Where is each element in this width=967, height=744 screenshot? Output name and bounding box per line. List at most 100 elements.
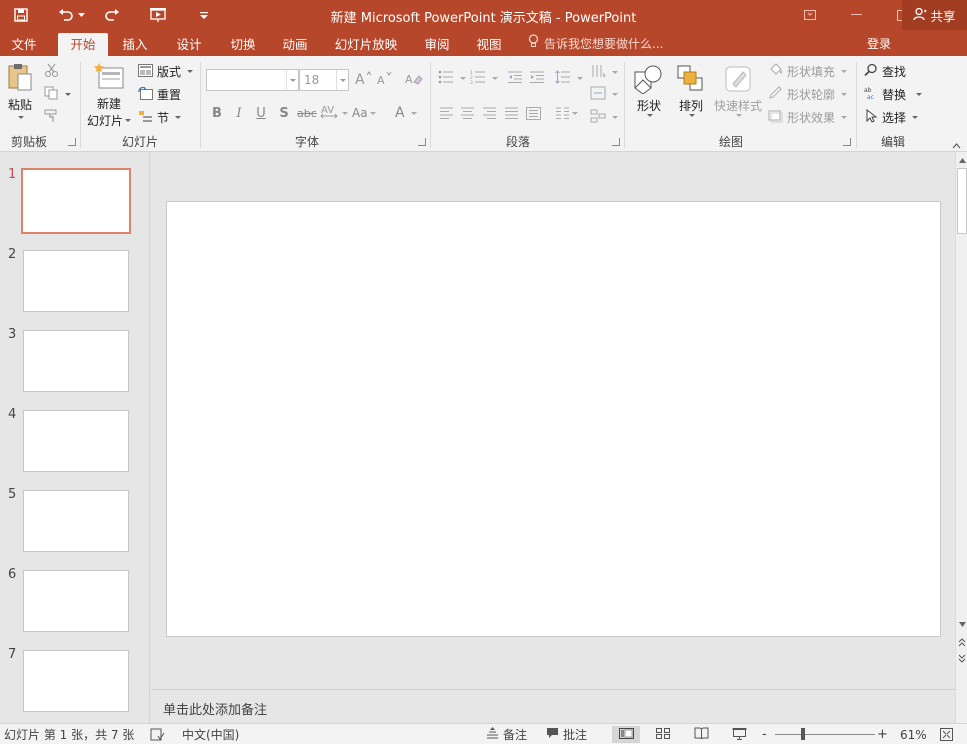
font-name-select[interactable]	[206, 69, 299, 91]
paste-dropdown-icon[interactable]	[18, 116, 24, 119]
tab-insert[interactable]: 插入	[112, 33, 158, 56]
save-icon[interactable]	[9, 4, 33, 26]
slide-thumbnail-4[interactable]	[23, 410, 129, 472]
new-slide-dropdown[interactable]: 幻灯片	[87, 112, 131, 129]
decrease-font-size-button[interactable]: A	[377, 70, 393, 89]
shape-effects-button[interactable]: 形状效果	[768, 109, 848, 126]
language-status[interactable]: 中文(中国)	[182, 726, 239, 743]
drawing-dialog-launcher[interactable]	[843, 138, 851, 146]
change-case-button[interactable]: Aa	[352, 102, 376, 124]
shape-fill-button[interactable]: 形状填充	[768, 63, 848, 80]
bullets-button[interactable]	[438, 70, 466, 87]
font-size-select[interactable]: 18	[299, 69, 349, 91]
find-button[interactable]: 查找	[864, 63, 906, 80]
text-direction-button[interactable]	[590, 64, 618, 81]
sign-in-link[interactable]: 登录	[867, 33, 891, 56]
scroll-down-icon[interactable]	[956, 618, 967, 630]
justify-button[interactable]	[502, 102, 520, 124]
copy-button[interactable]	[44, 86, 71, 103]
align-right-button[interactable]	[480, 102, 498, 124]
ribbon-display-options-icon[interactable]	[787, 0, 833, 30]
bold-button[interactable]: B	[208, 102, 226, 124]
align-center-button[interactable]	[458, 102, 476, 124]
reading-view-button[interactable]	[694, 726, 709, 743]
slide-thumbnail-5[interactable]	[23, 490, 129, 552]
slide-thumbnail-6[interactable]	[23, 570, 129, 632]
tab-design[interactable]: 设计	[166, 33, 212, 56]
notes-toggle-button[interactable]: 备注	[486, 726, 527, 743]
start-slideshow-icon[interactable]	[146, 4, 170, 26]
align-left-button[interactable]	[437, 102, 455, 124]
next-slide-icon[interactable]	[956, 652, 967, 664]
reset-button[interactable]: 重置	[138, 86, 181, 103]
cut-button[interactable]	[44, 63, 59, 80]
convert-to-smartart-button[interactable]	[590, 109, 618, 126]
fit-slide-to-window-icon[interactable]	[940, 726, 953, 743]
normal-view-button[interactable]	[612, 726, 640, 743]
scroll-up-icon[interactable]	[956, 154, 967, 166]
slide-thumbnail-2[interactable]	[23, 250, 129, 312]
paste-button[interactable]: 粘贴	[6, 62, 34, 119]
tell-me-search[interactable]: 告诉我您想要做什么...	[528, 33, 663, 56]
previous-slide-icon[interactable]	[956, 636, 967, 648]
tab-animations[interactable]: 动画	[272, 33, 318, 56]
strikethrough-button[interactable]: abc	[297, 102, 317, 124]
clear-formatting-button[interactable]: A	[405, 70, 423, 89]
increase-font-size-button[interactable]: A	[355, 70, 373, 90]
arrange-button[interactable]: 排列	[674, 64, 708, 117]
underline-button[interactable]: U	[252, 102, 270, 124]
slide-thumbnail-3[interactable]	[23, 330, 129, 392]
slideshow-view-button[interactable]	[732, 726, 747, 743]
tab-home[interactable]: 开始	[58, 33, 108, 56]
slide-thumbnail-7[interactable]	[23, 650, 129, 712]
comments-toggle-button[interactable]: 批注	[546, 726, 587, 743]
shapes-button[interactable]: 形状	[632, 64, 666, 117]
new-slide-button[interactable]: 新建 幻灯片	[86, 62, 132, 129]
redo-icon[interactable]	[100, 4, 124, 26]
vertical-scrollbar[interactable]	[955, 152, 967, 723]
shape-outline-button[interactable]: 形状轮廓	[768, 86, 848, 103]
align-text-button[interactable]	[590, 86, 618, 103]
font-color-button[interactable]: A	[395, 102, 417, 124]
notes-pane[interactable]: 单击此处添加备注	[151, 689, 955, 723]
font-name-dropdown-icon[interactable]	[286, 70, 298, 90]
zoom-in-button[interactable]: +	[877, 726, 888, 743]
decrease-indent-button[interactable]	[507, 70, 523, 87]
zoom-out-button[interactable]: -	[762, 726, 767, 743]
tab-review[interactable]: 审阅	[414, 33, 460, 56]
numbering-button[interactable]: 123	[470, 70, 498, 87]
quick-styles-button[interactable]: 快速样式	[712, 64, 764, 117]
character-spacing-button[interactable]: AV	[320, 102, 348, 124]
tab-file[interactable]: 文件	[2, 33, 46, 56]
zoom-level[interactable]: 61%	[900, 726, 927, 743]
columns-button[interactable]	[555, 102, 578, 124]
tab-transitions[interactable]: 切换	[220, 33, 266, 56]
spell-check-icon[interactable]	[150, 726, 165, 743]
paragraph-dialog-launcher[interactable]	[612, 138, 620, 146]
slide-canvas[interactable]	[166, 201, 941, 637]
font-size-dropdown-icon[interactable]	[336, 70, 348, 90]
format-painter-button[interactable]	[44, 109, 59, 126]
section-button[interactable]: 节	[138, 109, 182, 126]
minimize-icon[interactable]	[833, 0, 879, 30]
italic-button[interactable]: I	[230, 102, 248, 124]
slide-thumbnail-1[interactable]	[21, 168, 131, 234]
font-dialog-launcher[interactable]	[418, 138, 426, 146]
clipboard-dialog-launcher[interactable]	[68, 138, 76, 146]
share-button[interactable]: 共享	[902, 0, 967, 30]
layout-button[interactable]: 版式	[138, 63, 194, 80]
scrollbar-thumb[interactable]	[957, 168, 967, 234]
distributed-button[interactable]	[524, 102, 542, 124]
collapse-ribbon-icon[interactable]	[952, 138, 961, 152]
zoom-slider-thumb[interactable]	[801, 728, 805, 740]
increase-indent-button[interactable]	[529, 70, 545, 87]
copy-dropdown-icon[interactable]	[65, 93, 71, 96]
line-spacing-button[interactable]	[555, 70, 583, 87]
customize-quick-access-icon[interactable]	[192, 4, 216, 26]
undo-dropdown-icon[interactable]	[74, 4, 88, 26]
select-button[interactable]: 选择	[864, 108, 919, 126]
tab-view[interactable]: 视图	[466, 33, 512, 56]
slide-thumbnail-panel[interactable]: 1 2 3 4 5 6 7	[0, 152, 150, 723]
slide-sorter-view-button[interactable]	[656, 726, 670, 743]
replace-button[interactable]: ab ac 替换	[864, 86, 923, 103]
